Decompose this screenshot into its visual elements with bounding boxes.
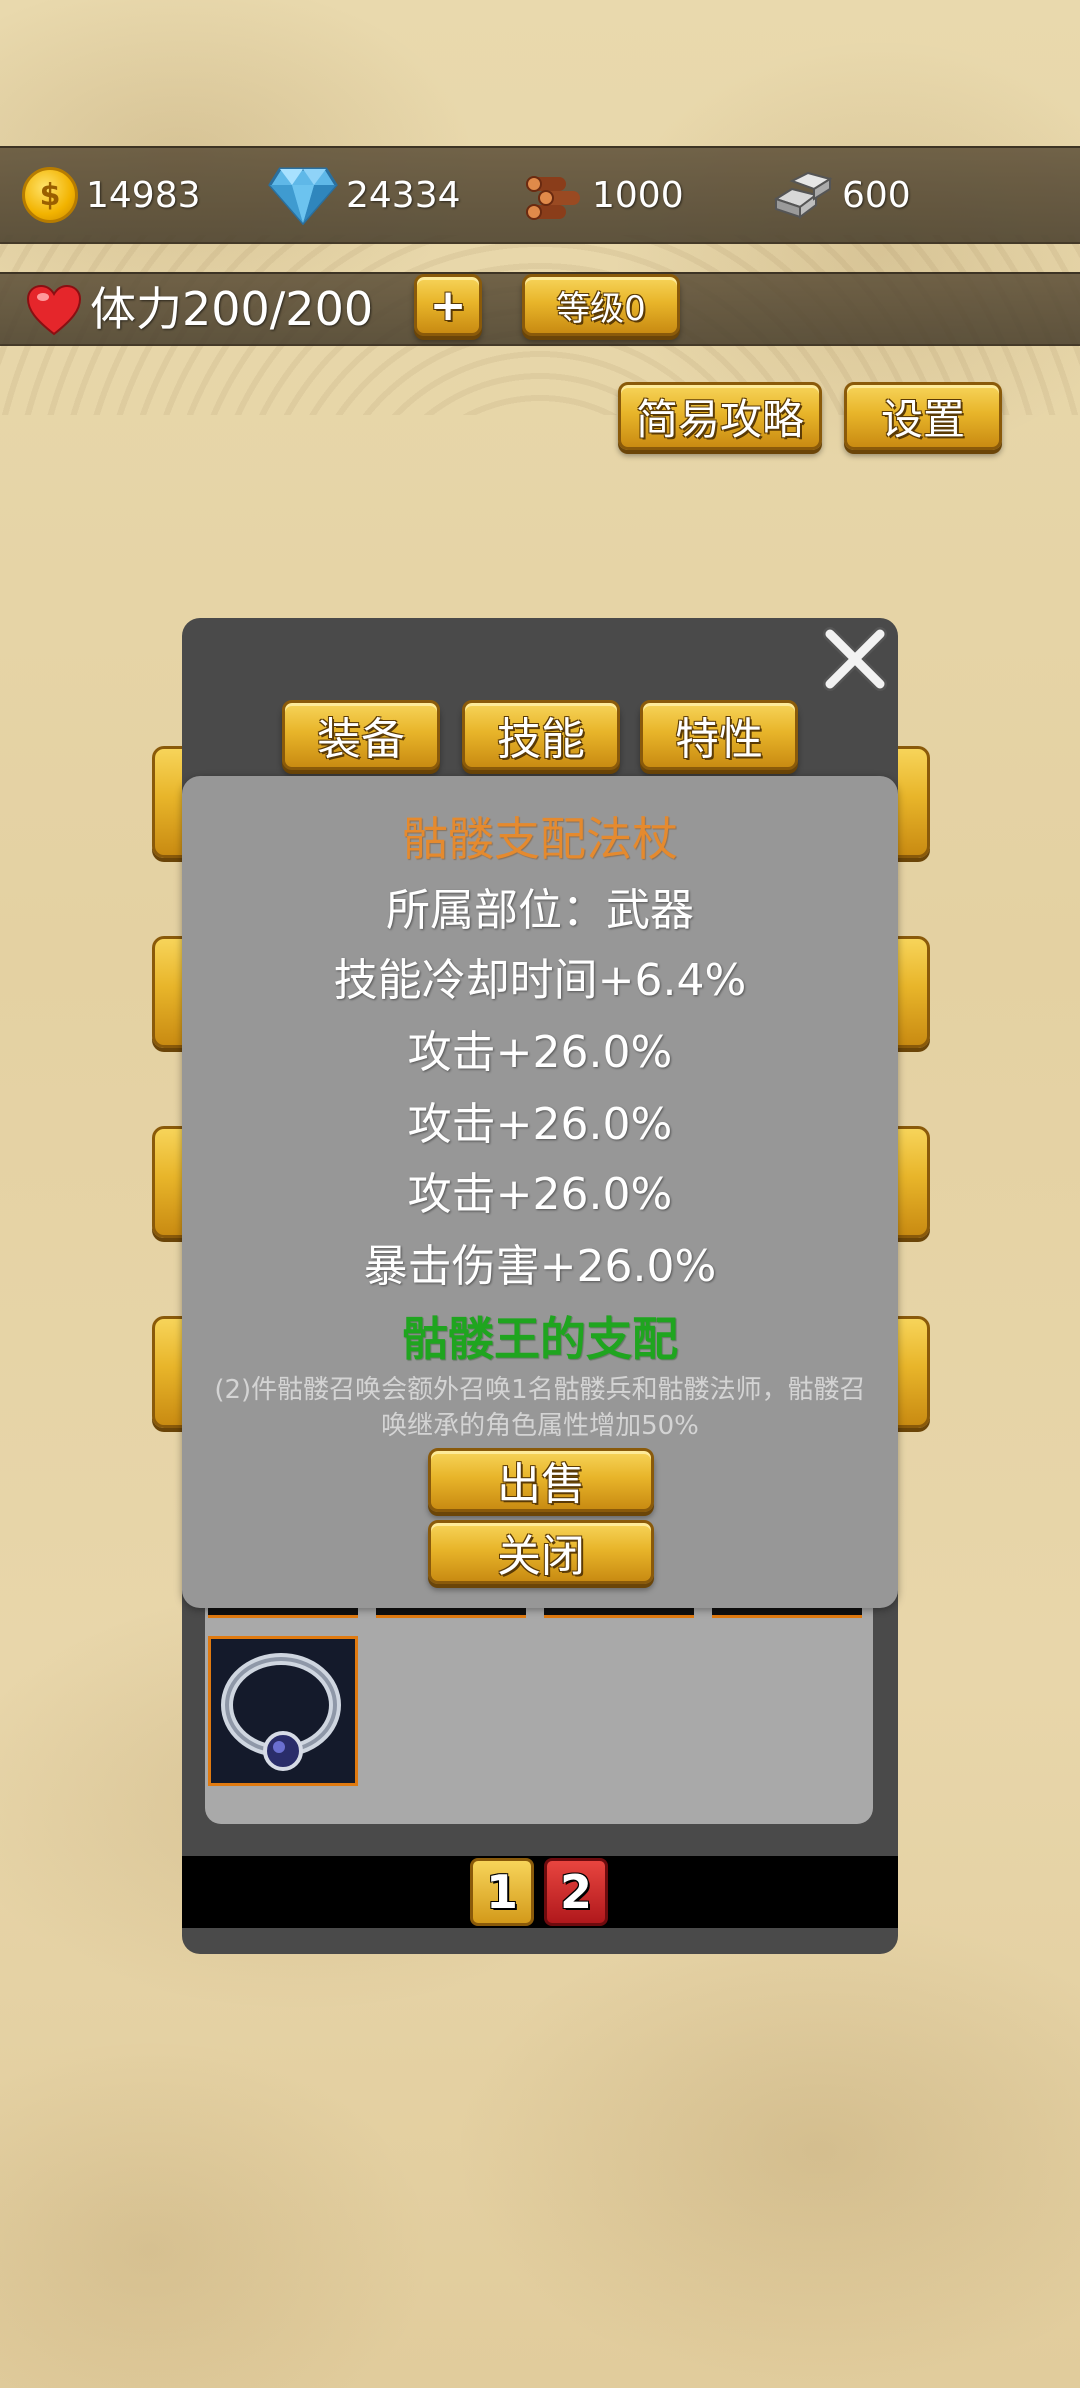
- diamond-icon: [268, 167, 338, 225]
- wood-logs-icon: [526, 176, 580, 220]
- set-description-line-1: (2)件骷髅召唤会额外召唤1名骷髅兵和骷髅法师，骷髅召: [214, 1375, 866, 1405]
- close-icon[interactable]: [818, 622, 892, 696]
- set-description-line-2: 唤继承的角色属性增加50%: [381, 1411, 699, 1441]
- page-button-1[interactable]: 1: [470, 1858, 534, 1926]
- iron-resource: 600: [770, 148, 911, 242]
- resource-bar: $ 14983 24334 1000 600: [0, 146, 1080, 244]
- item-stat: 技能冷却时间+6.4%: [333, 955, 747, 1006]
- gold-coin-icon: $: [22, 167, 78, 223]
- diamond-resource: 24334: [268, 148, 461, 242]
- guide-button[interactable]: 简易攻略: [618, 382, 822, 450]
- close-detail-button[interactable]: 关闭: [428, 1520, 654, 1584]
- item-slot: 所属部位：武器: [386, 885, 694, 936]
- wood-amount: 1000: [592, 174, 684, 216]
- tab-traits[interactable]: 特性: [640, 700, 798, 770]
- iron-amount: 600: [842, 174, 911, 216]
- heart-icon: [26, 284, 82, 336]
- diamond-amount: 24334: [346, 174, 461, 216]
- add-stamina-button[interactable]: +: [414, 274, 482, 336]
- stamina-text: 体力200/200: [90, 282, 374, 336]
- wood-resource: 1000: [522, 148, 684, 242]
- gold-amount: 14983: [86, 174, 201, 216]
- settings-button[interactable]: 设置: [844, 382, 1002, 450]
- iron-ingot-icon: [773, 171, 833, 219]
- item-name: 骷髅支配法杖: [402, 812, 678, 866]
- pager-bar: [182, 1856, 898, 1928]
- item-stat: 攻击+26.0%: [407, 1099, 673, 1150]
- item-stat: 攻击+26.0%: [407, 1027, 673, 1078]
- tab-equipment[interactable]: 装备: [282, 700, 440, 770]
- item-stat: 攻击+26.0%: [407, 1169, 673, 1220]
- page-button-2[interactable]: 2: [544, 1858, 608, 1926]
- silver-ring-icon: [211, 1639, 355, 1783]
- set-name: 骷髅王的支配: [402, 1312, 678, 1366]
- gold-resource: $ 14983: [22, 148, 201, 242]
- set-description: (2)件骷髅召唤会额外召唤1名骷髅兵和骷髅法师，骷髅召 唤继承的角色属性增加50…: [182, 1372, 898, 1444]
- level-button[interactable]: 等级0: [522, 274, 680, 336]
- inventory-slot-ring[interactable]: [208, 1636, 358, 1786]
- sell-button[interactable]: 出售: [428, 1448, 654, 1512]
- item-stat: 暴击伤害+26.0%: [363, 1241, 717, 1292]
- tab-skills[interactable]: 技能: [462, 700, 620, 770]
